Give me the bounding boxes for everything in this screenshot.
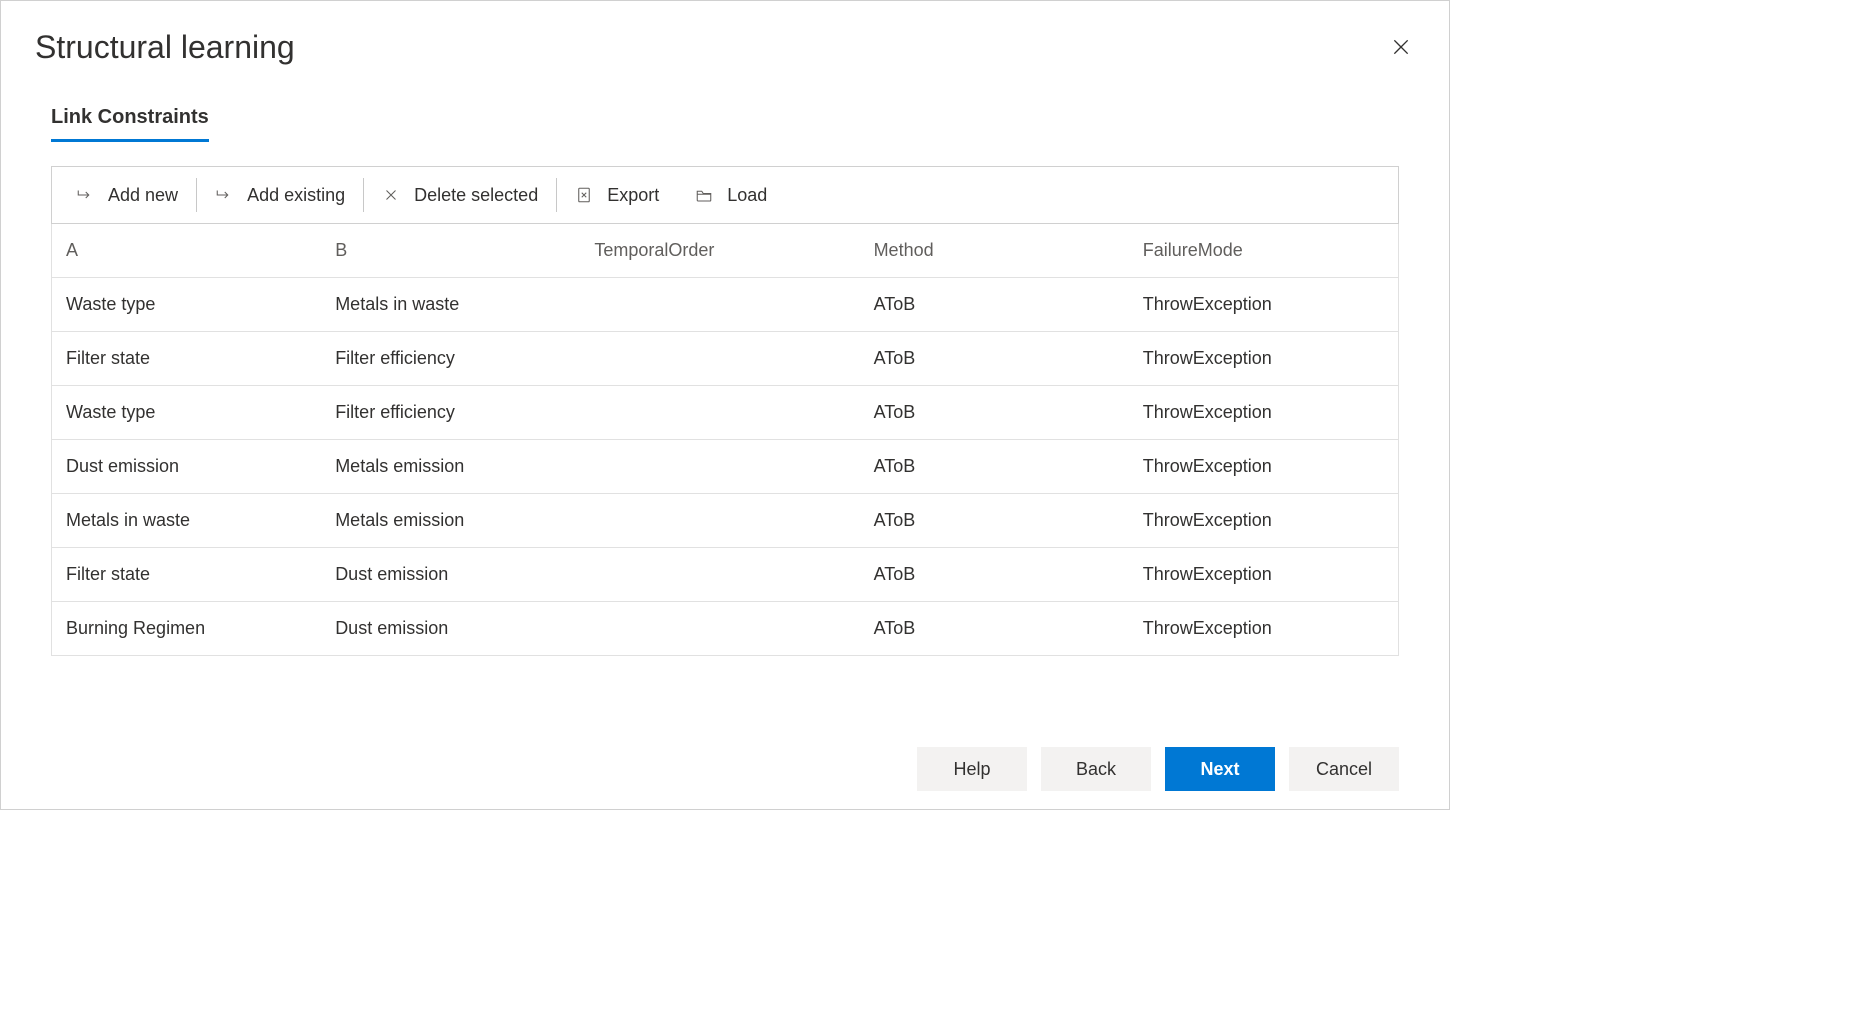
cell-failure: ThrowException <box>1129 494 1398 548</box>
arrow-return-icon <box>215 186 233 204</box>
cell-a: Waste type <box>52 278 321 332</box>
cell-a: Filter state <box>52 332 321 386</box>
cell-temporal <box>590 602 859 656</box>
table-row[interactable]: Dust emissionMetals emission AToBThrowExc… <box>52 440 1398 494</box>
cell-temporal <box>590 494 859 548</box>
tab-link-constraints[interactable]: Link Constraints <box>51 106 209 142</box>
add-new-button[interactable]: Add new <box>58 167 196 223</box>
cell-temporal <box>590 386 859 440</box>
add-new-label: Add new <box>108 185 178 206</box>
dialog-title: Structural learning <box>35 29 295 66</box>
cell-failure: ThrowException <box>1129 386 1398 440</box>
close-button[interactable] <box>1387 33 1415 64</box>
close-icon <box>1391 37 1411 57</box>
cancel-button[interactable]: Cancel <box>1289 747 1399 791</box>
constraints-table: A B TemporalOrder Method FailureMode Was… <box>52 224 1398 655</box>
add-existing-label: Add existing <box>247 185 345 206</box>
table-row[interactable]: Metals in wasteMetals emission AToBThrowE… <box>52 494 1398 548</box>
cell-b: Metals emission <box>321 440 590 494</box>
cell-method: AToB <box>860 386 1129 440</box>
cell-method: AToB <box>860 548 1129 602</box>
col-header-temporal[interactable]: TemporalOrder <box>590 224 859 278</box>
cell-b: Filter efficiency <box>321 332 590 386</box>
cell-a: Metals in waste <box>52 494 321 548</box>
cell-b: Metals in waste <box>321 278 590 332</box>
help-button[interactable]: Help <box>917 747 1027 791</box>
add-existing-button[interactable]: Add existing <box>197 167 363 223</box>
cell-failure: ThrowException <box>1129 440 1398 494</box>
table-row[interactable]: Filter stateFilter efficiency AToBThrowEx… <box>52 332 1398 386</box>
dialog-footer: Help Back Next Cancel <box>1 729 1449 809</box>
cell-a: Filter state <box>52 548 321 602</box>
cell-method: AToB <box>860 332 1129 386</box>
cell-failure: ThrowException <box>1129 548 1398 602</box>
table-row[interactable]: Waste typeFilter efficiency AToBThrowExce… <box>52 386 1398 440</box>
load-label: Load <box>727 185 767 206</box>
back-button[interactable]: Back <box>1041 747 1151 791</box>
cell-method: AToB <box>860 278 1129 332</box>
table-row[interactable]: Burning RegimenDust emission AToBThrowExc… <box>52 602 1398 656</box>
dialog: Structural learning Link Constraints Add… <box>0 0 1450 810</box>
table-row[interactable]: Waste typeMetals in waste AToBThrowExcept… <box>52 278 1398 332</box>
cell-temporal <box>590 278 859 332</box>
cell-a: Burning Regimen <box>52 602 321 656</box>
folder-open-icon <box>695 186 713 204</box>
cell-b: Filter efficiency <box>321 386 590 440</box>
cell-temporal <box>590 548 859 602</box>
cell-method: AToB <box>860 494 1129 548</box>
table-container: A B TemporalOrder Method FailureMode Was… <box>51 224 1399 656</box>
cell-temporal <box>590 332 859 386</box>
col-header-a[interactable]: A <box>52 224 321 278</box>
cell-method: AToB <box>860 602 1129 656</box>
cell-b: Metals emission <box>321 494 590 548</box>
content-area[interactable]: Link Constraints Add new Add existing De… <box>1 76 1449 729</box>
cell-b: Dust emission <box>321 548 590 602</box>
export-icon <box>575 186 593 204</box>
table-header-row: A B TemporalOrder Method FailureMode <box>52 224 1398 278</box>
delete-selected-button[interactable]: Delete selected <box>364 167 556 223</box>
cell-failure: ThrowException <box>1129 332 1398 386</box>
arrow-return-icon <box>76 186 94 204</box>
toolbar: Add new Add existing Delete selected Exp… <box>51 166 1399 224</box>
table-row[interactable]: Filter stateDust emission AToBThrowExcept… <box>52 548 1398 602</box>
next-button[interactable]: Next <box>1165 747 1275 791</box>
export-label: Export <box>607 185 659 206</box>
cell-temporal <box>590 440 859 494</box>
x-icon <box>382 186 400 204</box>
col-header-failure[interactable]: FailureMode <box>1129 224 1398 278</box>
delete-selected-label: Delete selected <box>414 185 538 206</box>
cell-failure: ThrowException <box>1129 278 1398 332</box>
cell-b: Dust emission <box>321 602 590 656</box>
dialog-header: Structural learning <box>1 1 1449 76</box>
cell-method: AToB <box>860 440 1129 494</box>
tab-strip: Link Constraints <box>51 106 1399 142</box>
col-header-b[interactable]: B <box>321 224 590 278</box>
export-button[interactable]: Export <box>557 167 677 223</box>
cell-failure: ThrowException <box>1129 602 1398 656</box>
cell-a: Dust emission <box>52 440 321 494</box>
cell-a: Waste type <box>52 386 321 440</box>
col-header-method[interactable]: Method <box>860 224 1129 278</box>
load-button[interactable]: Load <box>677 167 785 223</box>
